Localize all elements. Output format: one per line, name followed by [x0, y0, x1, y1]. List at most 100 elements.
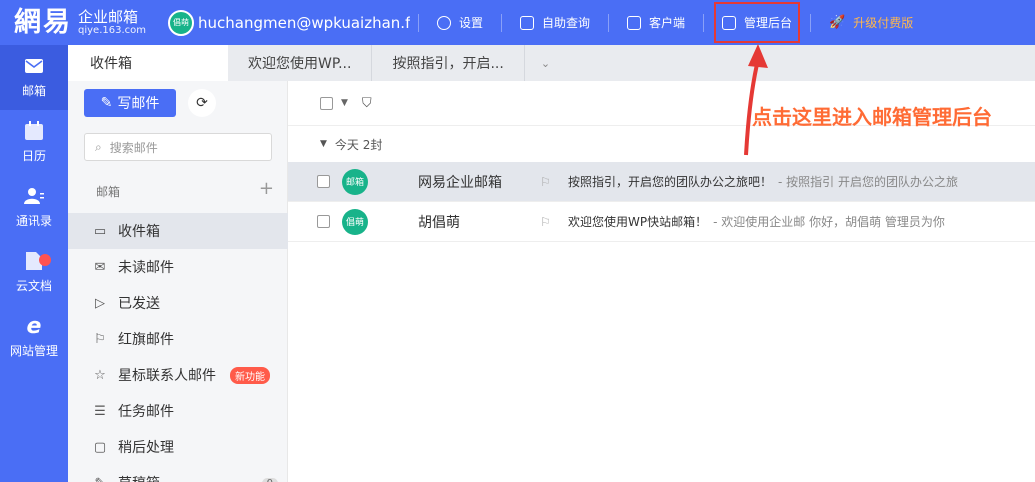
compose-label: 写邮件: [117, 96, 160, 112]
tab-inbox[interactable]: 收件箱: [68, 45, 228, 81]
folder-tasks[interactable]: ☰ 任务邮件: [68, 393, 288, 429]
rail-label: 云文档: [15, 279, 52, 293]
folder-drafts[interactable]: ✎ 草稿箱 0: [68, 465, 288, 482]
rail-item-contacts[interactable]: 通讯录: [0, 175, 68, 240]
later-icon: ▢: [93, 439, 107, 455]
contacts-icon: [23, 186, 45, 206]
ie-icon: e: [26, 313, 42, 339]
collapse-icon: ▼: [320, 139, 327, 149]
account-email: huchangmen@wpkuaizhan.free: [198, 13, 410, 32]
mail-list-pane: ▼ ⛉ ▼ 今天 2封 邮箱 网易企业邮箱 ⚐ 按照指引，开启您的团队办公之旅吧…: [288, 81, 1035, 482]
folder-label: 红旗邮件: [118, 332, 174, 348]
folder-label: 收件箱: [118, 224, 160, 240]
brand-logo[interactable]: 網易 企业邮箱 qiye.163.com: [0, 9, 168, 37]
search-input[interactable]: ⌕ 搜索邮件: [84, 133, 272, 161]
avatar: 倡萌: [342, 208, 368, 235]
avatar: 邮箱: [342, 168, 368, 195]
flag-icon[interactable]: ⚐: [540, 215, 554, 229]
folder-starred-contacts[interactable]: ☆ 星标联系人邮件 新功能: [68, 357, 288, 393]
draft-count: 0: [261, 477, 278, 482]
folder-inbox[interactable]: ▭ 收件箱: [68, 213, 288, 249]
folder-later[interactable]: ▢ 稍后处理: [68, 429, 288, 465]
rocket-icon: 🚀: [829, 15, 846, 30]
refresh-button[interactable]: ⟳: [188, 89, 216, 117]
flag-icon[interactable]: ⚐: [540, 175, 554, 189]
star-icon: ☆: [94, 367, 106, 383]
rail-item-mail[interactable]: 邮箱: [0, 45, 68, 110]
admin-console-button[interactable]: 管理后台: [712, 0, 802, 45]
folder-flagged[interactable]: ⚐ 红旗邮件: [68, 321, 288, 357]
mail-preview: - 欢迎使用企业邮 你好，胡倡萌 管理员为你: [713, 215, 945, 229]
add-folder-icon[interactable]: +: [259, 180, 274, 200]
date-group-header[interactable]: ▼ 今天 2封: [288, 126, 1035, 162]
client-label: 客户端: [649, 16, 686, 30]
group-label: 今天 2封: [334, 137, 383, 152]
divider: [418, 13, 419, 32]
pencil-icon: ✎: [100, 95, 113, 111]
mail-sender: 网易企业邮箱: [418, 174, 502, 191]
top-nav: 设置 自助查询 客户端 管理后台 🚀 升级付费版: [427, 0, 923, 45]
chevron-down-icon[interactable]: ⌄: [525, 57, 566, 70]
search-placeholder: 搜索邮件: [109, 140, 158, 155]
rail-label: 日历: [21, 149, 46, 163]
folder-label: 星标联系人邮件: [118, 368, 216, 384]
query-icon: [520, 15, 535, 30]
rail-item-calendar[interactable]: 日历: [0, 110, 68, 175]
filter-icon[interactable]: ⛉: [362, 96, 372, 111]
folder-label: 草稿箱: [118, 473, 160, 482]
unread-icon: ✉: [94, 259, 106, 275]
rail-item-cloud-doc[interactable]: 云文档: [0, 240, 68, 305]
self-query-label: 自助查询: [542, 16, 591, 30]
tab-guide-mail[interactable]: 按照指引，开启...: [372, 45, 525, 81]
folder-label: 稍后处理: [118, 440, 174, 456]
rail-label: 通讯录: [15, 214, 52, 228]
self-query-button[interactable]: 自助查询: [510, 0, 600, 45]
folder-list: ▭ 收件箱 ✉ 未读邮件 ▷ 已发送 ⚐ 红旗邮件 ☆ 星标联系人邮件 新功能 …: [68, 213, 288, 482]
mail-subject: 按照指引，开启您的团队办公之旅吧！: [568, 175, 773, 189]
upgrade-label: 升级付费版: [853, 16, 914, 30]
admin-icon: [722, 15, 737, 30]
admin-label: 管理后台: [744, 16, 793, 30]
avatar: 倡萌: [168, 9, 194, 36]
account-menu[interactable]: 倡萌 huchangmen@wpkuaizhan.free: [168, 9, 410, 36]
mail-icon: [23, 56, 45, 76]
settings-button[interactable]: 设置: [427, 0, 493, 45]
folder-label: 未读邮件: [118, 260, 174, 276]
folder-label: 任务邮件: [118, 404, 174, 420]
settings-label: 设置: [459, 16, 484, 30]
flag-icon: ⚐: [94, 331, 106, 347]
rail-item-site-admin[interactable]: e 网站管理: [0, 305, 68, 370]
row-checkbox[interactable]: [317, 215, 330, 228]
mail-preview: - 按照指引 开启您的团队办公之旅: [778, 175, 958, 189]
folder-sent[interactable]: ▷ 已发送: [68, 285, 288, 321]
app-rail: 邮箱 日历 通讯录 云文档 e 网站管理: [0, 45, 68, 482]
logo-main-text: 網易: [14, 7, 72, 38]
product-name: 企业邮箱: [78, 7, 139, 26]
folder-section-header: 邮箱 +: [96, 180, 274, 200]
product-domain: qiye.163.com: [78, 25, 146, 37]
rail-label: 网站管理: [9, 344, 58, 358]
client-button[interactable]: 客户端: [617, 0, 695, 45]
inbox-icon: ▭: [93, 223, 107, 239]
upgrade-button[interactable]: 🚀 升级付费版: [819, 0, 923, 45]
top-bar: 網易 企业邮箱 qiye.163.com 倡萌 huchangmen@wpkua…: [0, 0, 1035, 45]
search-icon: ⌕: [95, 139, 102, 154]
divider: [501, 13, 503, 32]
sent-icon: ▷: [95, 295, 105, 311]
gear-icon: [437, 15, 451, 30]
draft-icon: ✎: [92, 476, 108, 482]
select-all-checkbox[interactable]: [320, 96, 333, 110]
folder-unread[interactable]: ✉ 未读邮件: [68, 249, 288, 285]
monitor-icon: [627, 15, 642, 30]
rail-label: 邮箱: [21, 84, 46, 98]
mail-row[interactable]: 邮箱 网易企业邮箱 ⚐ 按照指引，开启您的团队办公之旅吧！ - 按照指引 开启您…: [288, 162, 1035, 202]
tab-welcome-mail[interactable]: 欢迎您使用WP...: [228, 45, 373, 81]
folder-heading: 邮箱: [96, 185, 121, 199]
annotation-arrow: [744, 44, 768, 156]
logo-sub: 企业邮箱 qiye.163.com: [78, 9, 146, 37]
compose-button[interactable]: ✎ 写邮件: [84, 89, 176, 117]
new-feature-badge: 新功能: [230, 366, 270, 384]
row-checkbox[interactable]: [317, 175, 330, 188]
caret-down-icon[interactable]: ▼: [341, 98, 348, 108]
mail-row[interactable]: 倡萌 胡倡萌 ⚐ 欢迎您使用WP快站邮箱！ - 欢迎使用企业邮 你好，胡倡萌 管…: [288, 202, 1035, 242]
